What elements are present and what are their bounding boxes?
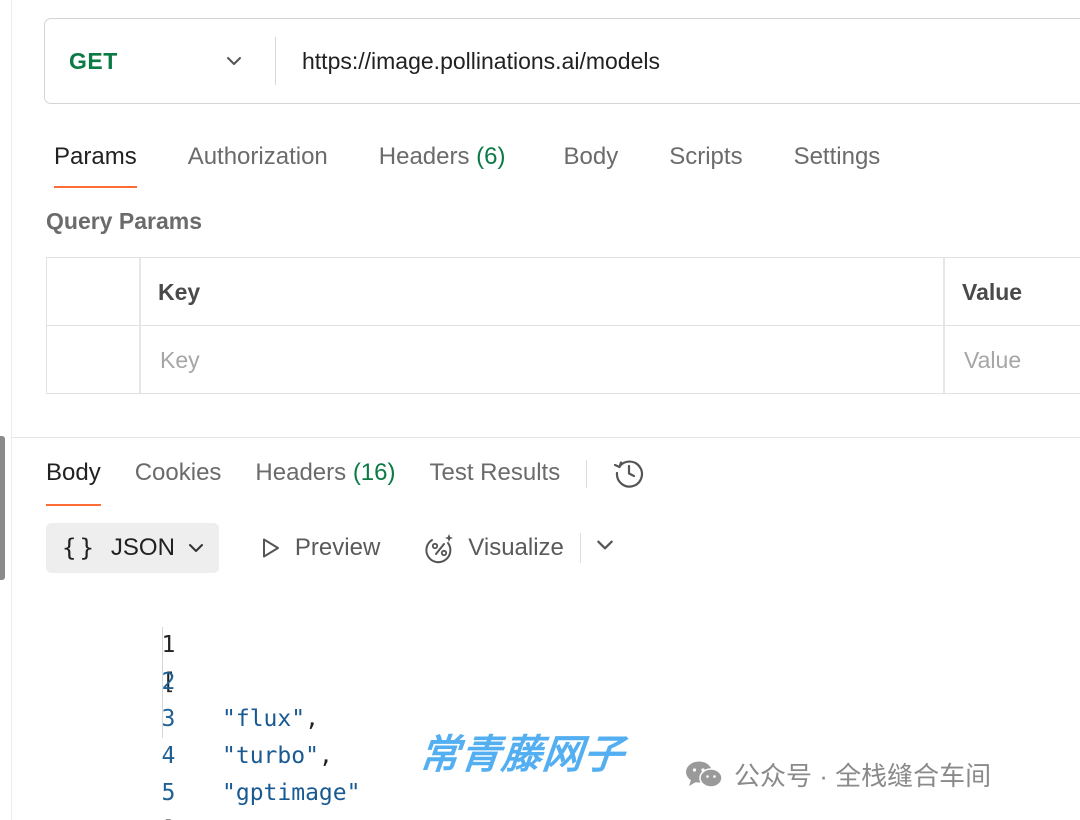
url-input[interactable]: https://image.pollinations.ai/models [276, 48, 660, 75]
code-line: 5 ] [0, 738, 176, 820]
key-input[interactable]: Key [160, 326, 940, 394]
code-line: 2 "flux", [0, 627, 319, 732]
line-number: 3 [161, 706, 176, 732]
format-label: JSON [110, 534, 175, 561]
code-line: 4 "gptimage" [0, 701, 361, 806]
tab-settings[interactable]: Settings [794, 136, 881, 188]
format-select[interactable]: {} JSON [46, 523, 219, 573]
history-icon[interactable] [609, 453, 649, 493]
tab-params[interactable]: Params [54, 136, 137, 188]
response-tab-headers[interactable]: Headers (16) [255, 452, 395, 506]
json-punctuation: , [318, 743, 333, 769]
json-punctuation: , [305, 706, 319, 732]
chevron-down-icon [187, 539, 205, 557]
response-tabs: Body Cookies Headers (16) Test Results [46, 452, 649, 506]
value-column-header: Value [962, 279, 1023, 305]
tab-headers-count: (6) [476, 143, 506, 170]
line-number: 1 [161, 632, 176, 658]
response-tab-cookies[interactable]: Cookies [135, 452, 222, 506]
query-params-table: Key Value Key Value [46, 257, 1080, 394]
response-format-toolbar: {} JSON Preview Visualize [46, 523, 615, 573]
method-select[interactable]: GET [45, 19, 275, 103]
preview-label: Preview [294, 534, 381, 561]
tab-separator [586, 460, 588, 488]
response-tab-test-results[interactable]: Test Results [430, 452, 561, 506]
line-number: 2 [161, 669, 176, 695]
json-string: "flux" [222, 706, 306, 732]
json-string: "turbo" [222, 743, 319, 769]
table-divider [943, 258, 945, 393]
visualize-button[interactable]: Visualize [422, 523, 564, 573]
watermark-account-label: 公众号 · 全栈缝合车间 [734, 761, 992, 791]
method-label: GET [69, 47, 118, 74]
play-icon [257, 535, 283, 561]
json-string: "gptimage" [222, 780, 361, 806]
visualize-label: Visualize [468, 534, 564, 561]
wechat-icon [684, 759, 724, 791]
value-input[interactable]: Value [964, 326, 1080, 394]
url-bar: GET https://image.pollinations.ai/models [44, 18, 1080, 104]
table-divider [139, 258, 141, 393]
line-number: 5 [161, 780, 176, 806]
visualize-menu-button[interactable] [595, 523, 615, 573]
query-params-title: Query Params [46, 208, 202, 234]
watermark-brand: 常青藤网子 [417, 732, 627, 778]
response-tab-headers-label: Headers [255, 459, 347, 486]
chevron-down-icon [595, 534, 615, 562]
line-number: 4 [161, 743, 176, 769]
code-text: ] [162, 812, 176, 820]
tab-headers[interactable]: Headers (6) [379, 136, 506, 188]
pane-divider [12, 437, 1080, 438]
table-row: Key Value [47, 326, 1080, 394]
pane-resize-handle[interactable] [0, 436, 5, 580]
braces-icon: {} [62, 534, 97, 562]
request-tabs: Params Authorization Headers (6) Body Sc… [54, 136, 880, 192]
code-line: 3 "turbo", [0, 664, 333, 769]
tab-headers-label: Headers [378, 143, 470, 170]
preview-button[interactable]: Preview [257, 523, 380, 573]
tab-scripts[interactable]: Scripts [669, 136, 742, 188]
tab-body[interactable]: Body [564, 136, 619, 188]
toolbar-separator [579, 533, 581, 563]
key-column-header: Key [158, 279, 201, 305]
chevron-down-icon [223, 50, 245, 72]
response-tab-body[interactable]: Body [46, 452, 101, 506]
watermark-account: 公众号 · 全栈缝合车间 [684, 756, 991, 793]
table-header-row: Key Value [47, 258, 1080, 326]
code-line: 1 [ [0, 590, 176, 695]
visualize-icon [422, 531, 456, 565]
tab-authorization[interactable]: Authorization [188, 136, 328, 188]
response-tab-headers-count: (16) [352, 459, 396, 486]
